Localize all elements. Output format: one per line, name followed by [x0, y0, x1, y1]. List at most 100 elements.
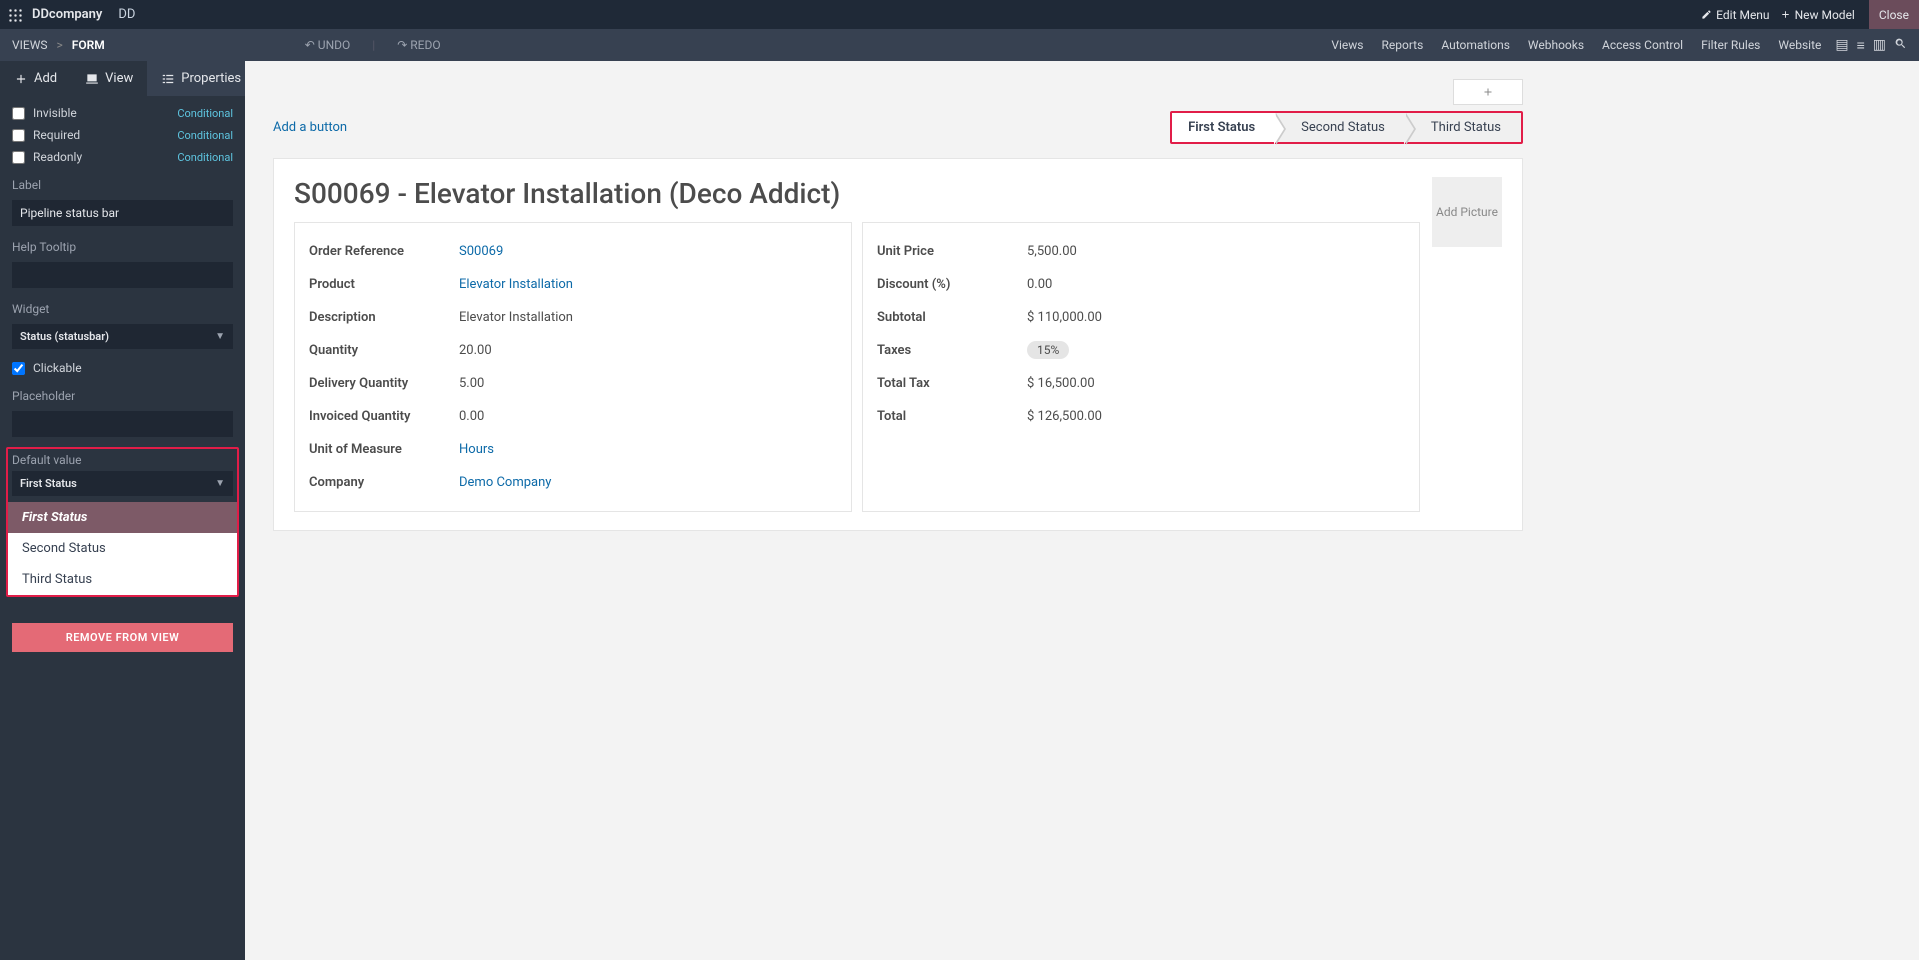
field-label: Company — [309, 475, 459, 490]
side-tab-add[interactable]: Add — [0, 61, 71, 96]
layout-icon-3[interactable]: ▥ — [1873, 37, 1886, 54]
edit-menu-link[interactable]: Edit Menu — [1701, 8, 1769, 22]
option-first-status[interactable]: First Status — [8, 502, 237, 533]
status-third[interactable]: Third Status — [1405, 113, 1521, 142]
add-a-button[interactable]: Add a button — [273, 120, 347, 135]
field-label: Product — [309, 277, 459, 292]
status-first[interactable]: First Status — [1172, 113, 1275, 142]
breadcrumb: VIEWS > FORM — [12, 38, 105, 52]
field-row: Invoiced Quantity0.00 — [309, 400, 837, 433]
monitor-icon — [85, 72, 99, 86]
undo-button[interactable]: ↶ UNDO — [305, 38, 351, 52]
field-label: Unit of Measure — [309, 442, 459, 457]
field-value: 5.00 — [459, 376, 484, 391]
readonly-checkbox[interactable]: Readonly — [12, 150, 82, 164]
default-value-dropdown: First Status Second Status Third Status — [8, 502, 237, 595]
field-row: Order ReferenceS00069 — [309, 235, 837, 268]
field-row: Delivery Quantity5.00 — [309, 367, 837, 400]
company-name[interactable]: DDcompany — [32, 7, 102, 22]
option-third-status[interactable]: Third Status — [8, 564, 237, 595]
breadcrumb-current: FORM — [72, 38, 105, 52]
breadcrumb-views[interactable]: VIEWS — [12, 38, 48, 52]
side-tab-view[interactable]: View — [71, 61, 147, 96]
plus-icon — [1482, 86, 1494, 98]
placeholder-label: Placeholder — [12, 389, 233, 403]
field-row: Total Tax$ 16,500.00 — [877, 367, 1405, 400]
field-label: Description — [309, 310, 459, 325]
field-value[interactable]: Demo Company — [459, 475, 551, 490]
db-name[interactable]: DD — [118, 7, 135, 22]
default-value-select[interactable]: First Status▼ — [12, 471, 233, 496]
field-value: 0.00 — [1027, 277, 1052, 292]
field-value[interactable]: S00069 — [459, 244, 503, 259]
close-button[interactable]: Close — [1869, 0, 1919, 29]
field-value: 20.00 — [459, 343, 492, 358]
status-bar[interactable]: First Status Second Status Third Status — [1170, 111, 1523, 144]
subbar-tabs: Views Reports Automations Webhooks Acces… — [1331, 38, 1821, 52]
remove-from-view-button[interactable]: REMOVE FROM VIEW — [12, 623, 233, 652]
required-conditional[interactable]: Conditional — [177, 129, 233, 142]
pencil-icon — [1701, 9, 1712, 20]
add-picture-button[interactable]: Add Picture — [1432, 177, 1502, 247]
add-component-button[interactable] — [1453, 79, 1523, 105]
tab-website[interactable]: Website — [1778, 38, 1821, 52]
field-row: Quantity20.00 — [309, 334, 837, 367]
tab-views[interactable]: Views — [1331, 38, 1363, 52]
field-label: Taxes — [877, 343, 1027, 358]
page-title: S00069 - Elevator Installation (Deco Add… — [294, 177, 1502, 210]
field-label: Unit Price — [877, 244, 1027, 259]
tab-access-control[interactable]: Access Control — [1602, 38, 1683, 52]
tab-webhooks[interactable]: Webhooks — [1528, 38, 1584, 52]
tab-automations[interactable]: Automations — [1441, 38, 1510, 52]
plus-icon — [1780, 9, 1791, 20]
invisible-conditional[interactable]: Conditional — [177, 107, 233, 120]
field-label: Invoiced Quantity — [309, 409, 459, 424]
chevron-down-icon: ▼ — [215, 478, 225, 489]
tab-reports[interactable]: Reports — [1381, 38, 1423, 52]
new-model-link[interactable]: New Model — [1780, 8, 1855, 22]
list-icon — [161, 72, 175, 86]
label-label: Label — [12, 178, 233, 192]
field-row: Unit Price5,500.00 — [877, 235, 1405, 268]
readonly-conditional[interactable]: Conditional — [177, 151, 233, 164]
layout-icon-1[interactable]: ▤ — [1835, 37, 1848, 54]
field-row: Unit of MeasureHours — [309, 433, 837, 466]
field-row: Discount (%)0.00 — [877, 268, 1405, 301]
properties-sidebar: Add View Properties InvisibleConditional… — [0, 61, 245, 960]
field-value: 15% — [1027, 343, 1069, 358]
tab-filter-rules[interactable]: Filter Rules — [1701, 38, 1760, 52]
top-bar: DDcompany DD Edit Menu New Model Close — [0, 0, 1919, 29]
field-row: CompanyDemo Company — [309, 466, 837, 499]
field-label: Order Reference — [309, 244, 459, 259]
sub-bar: VIEWS > FORM ↶ UNDO | ↷ REDO Views Repor… — [0, 29, 1919, 61]
field-row: Subtotal$ 110,000.00 — [877, 301, 1405, 334]
status-second[interactable]: Second Status — [1275, 113, 1405, 142]
field-row: ProductElevator Installation — [309, 268, 837, 301]
field-label: Discount (%) — [877, 277, 1027, 292]
chevron-down-icon: ▼ — [215, 331, 225, 342]
widget-label: Widget — [12, 302, 233, 316]
layout-icon-2[interactable]: ≡ — [1857, 37, 1865, 54]
invisible-checkbox[interactable]: Invisible — [12, 106, 77, 120]
field-label: Delivery Quantity — [309, 376, 459, 391]
field-value[interactable]: Hours — [459, 442, 494, 457]
clickable-checkbox[interactable]: Clickable — [12, 361, 233, 375]
option-second-status[interactable]: Second Status — [8, 533, 237, 564]
help-tooltip-input[interactable] — [12, 262, 233, 288]
widget-select[interactable]: Status (statusbar)▼ — [12, 324, 233, 349]
apps-icon[interactable] — [8, 8, 22, 22]
left-column: Order ReferenceS00069ProductElevator Ins… — [294, 222, 852, 512]
field-label: Total — [877, 409, 1027, 424]
field-label: Total Tax — [877, 376, 1027, 391]
field-value: $ 126,500.00 — [1027, 409, 1102, 424]
tax-tag[interactable]: 15% — [1027, 341, 1069, 359]
side-tab-properties[interactable]: Properties — [147, 61, 255, 96]
required-checkbox[interactable]: Required — [12, 128, 80, 142]
search-icon[interactable] — [1894, 37, 1907, 54]
redo-button[interactable]: ↷ REDO — [397, 38, 440, 52]
default-value-label: Default value — [12, 453, 233, 467]
placeholder-input[interactable] — [12, 411, 233, 437]
field-value[interactable]: Elevator Installation — [459, 277, 573, 292]
field-value: $ 16,500.00 — [1027, 376, 1095, 391]
label-input[interactable] — [12, 200, 233, 226]
